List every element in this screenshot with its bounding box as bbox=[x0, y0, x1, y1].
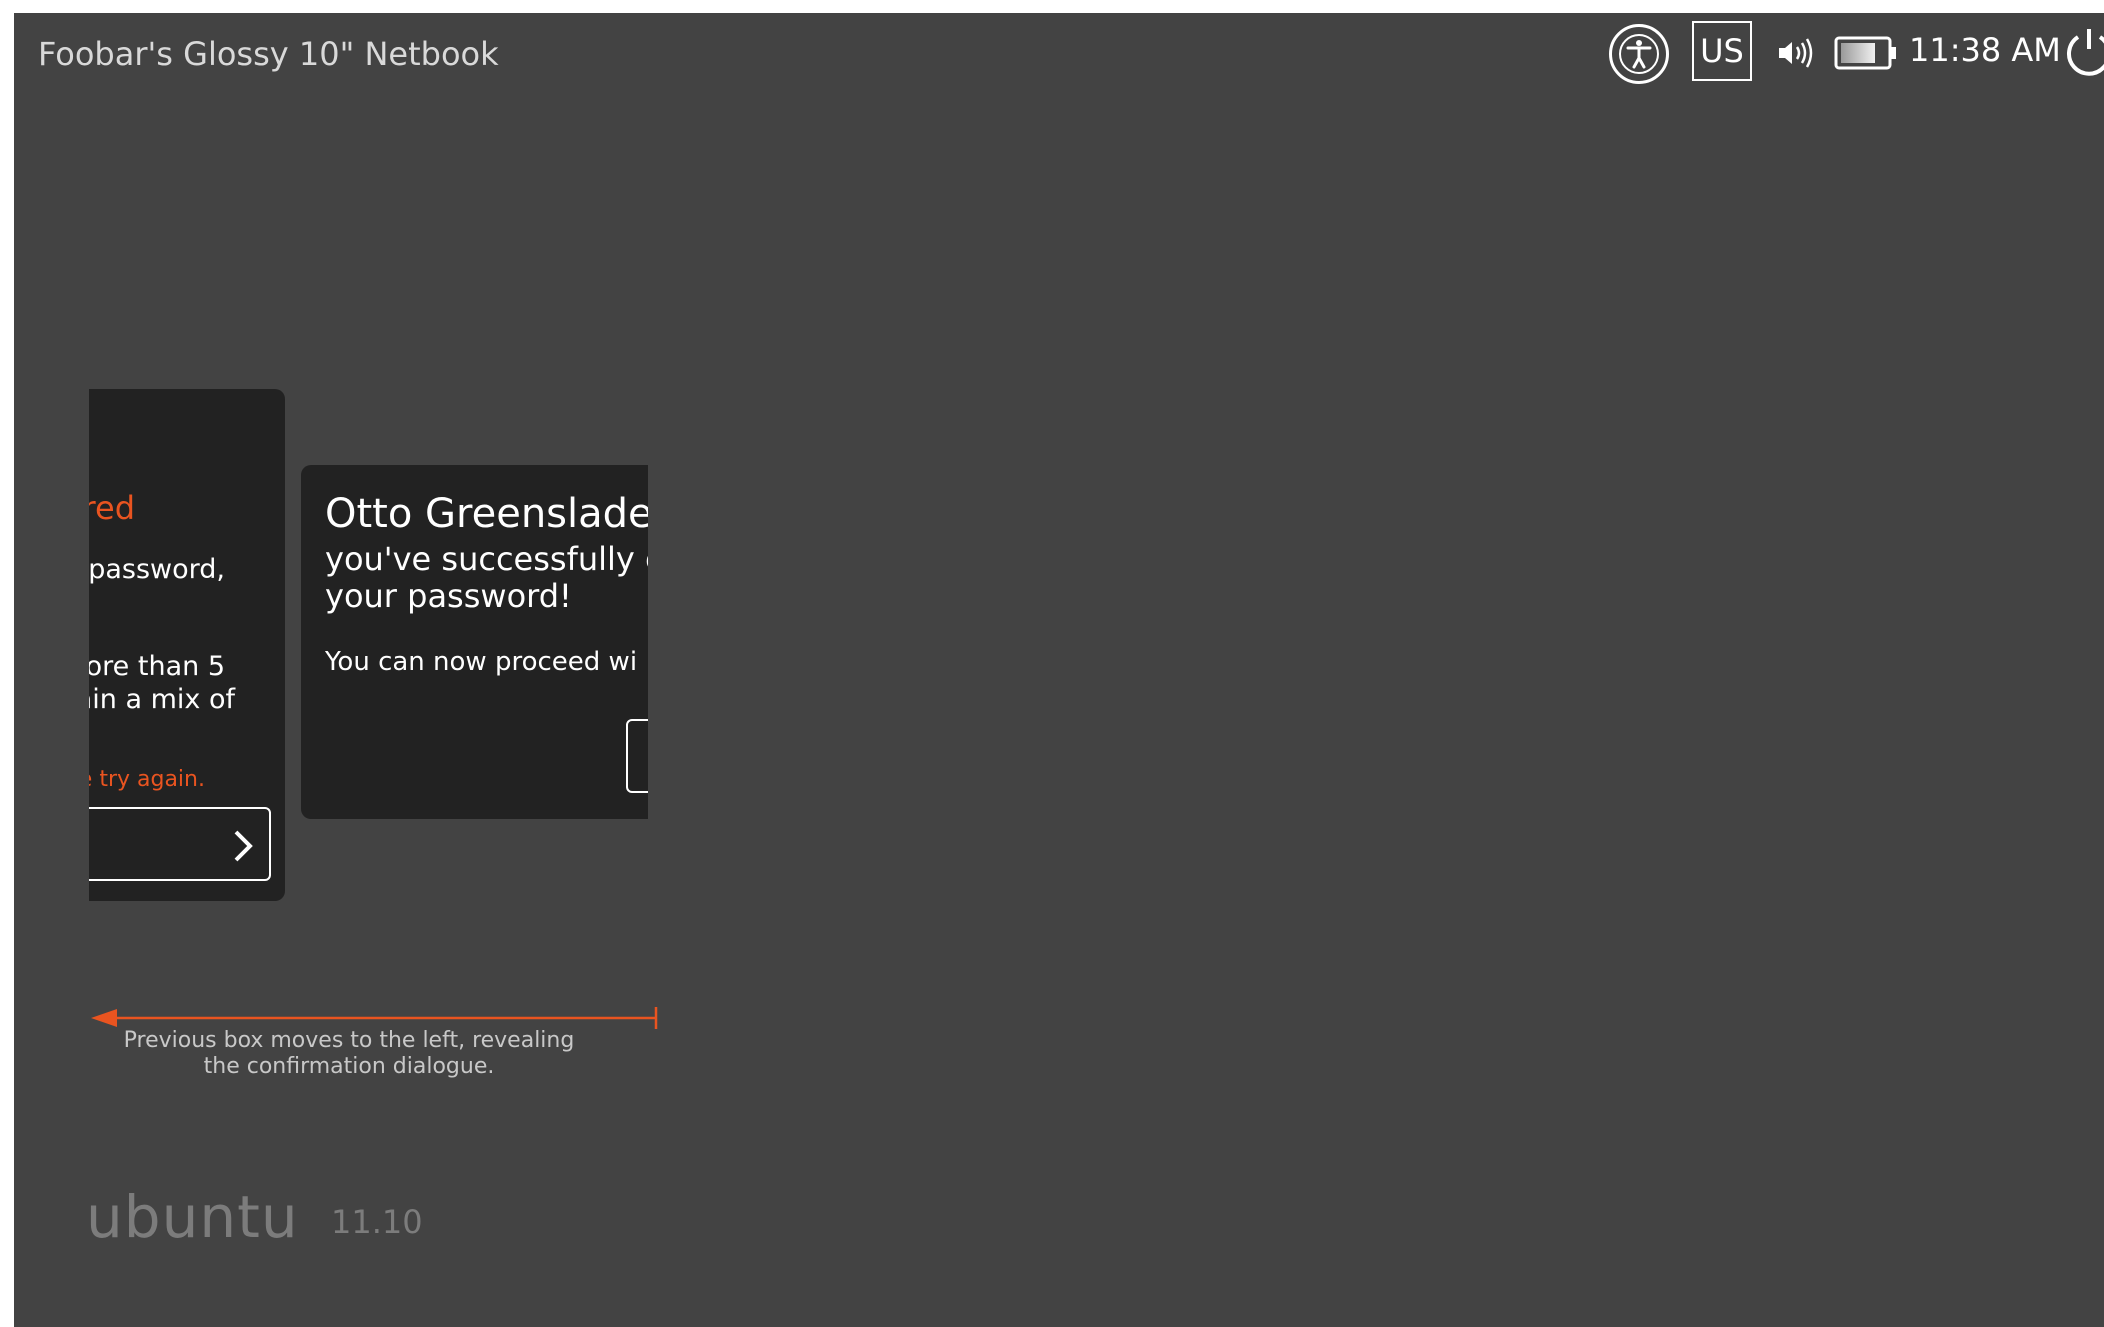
confirmation-message: you've successfully c your password! bbox=[325, 541, 648, 615]
previous-box-title: red bbox=[89, 489, 135, 527]
proceed-text: You can now proceed wi bbox=[325, 647, 638, 677]
previous-box-text: ore than 5 bbox=[89, 651, 225, 682]
password-input[interactable]: vord bbox=[89, 807, 271, 881]
previous-box-text: ain a mix of bbox=[89, 684, 235, 715]
confirmation-message-line: your password! bbox=[325, 577, 572, 615]
user-name: Otto Greenslade bbox=[325, 491, 648, 537]
ubuntu-logo: ubuntu bbox=[86, 1183, 299, 1251]
annotation-caption: Previous box moves to the left, revealin… bbox=[123, 1028, 575, 1079]
confirmation-dialog: Otto Greenslade you've successfully c yo… bbox=[301, 465, 648, 819]
version-label: 11.10 bbox=[331, 1203, 423, 1241]
proceed-button[interactable] bbox=[626, 719, 648, 793]
accessibility-icon[interactable] bbox=[1609, 24, 1669, 84]
previous-box-text: password, bbox=[89, 554, 225, 585]
clock[interactable]: 11:38 AM bbox=[1909, 31, 2061, 69]
keyboard-layout-indicator[interactable]: US bbox=[1692, 21, 1752, 81]
battery-icon[interactable] bbox=[1834, 35, 1898, 75]
chevron-right-icon[interactable] bbox=[231, 827, 255, 869]
volume-icon[interactable] bbox=[1776, 35, 1816, 75]
confirmation-message-line: you've successfully c bbox=[325, 540, 648, 578]
login-screen: Foobar's Glossy 10" Netbook US 11:38 AM … bbox=[14, 13, 2104, 1327]
indicator-area: US 11:38 AM bbox=[14, 13, 2104, 123]
previous-password-box: red password, ore than 5 ain a mix of e … bbox=[89, 389, 285, 901]
power-icon[interactable] bbox=[2064, 25, 2104, 83]
previous-box-error: e try again. bbox=[89, 767, 205, 792]
